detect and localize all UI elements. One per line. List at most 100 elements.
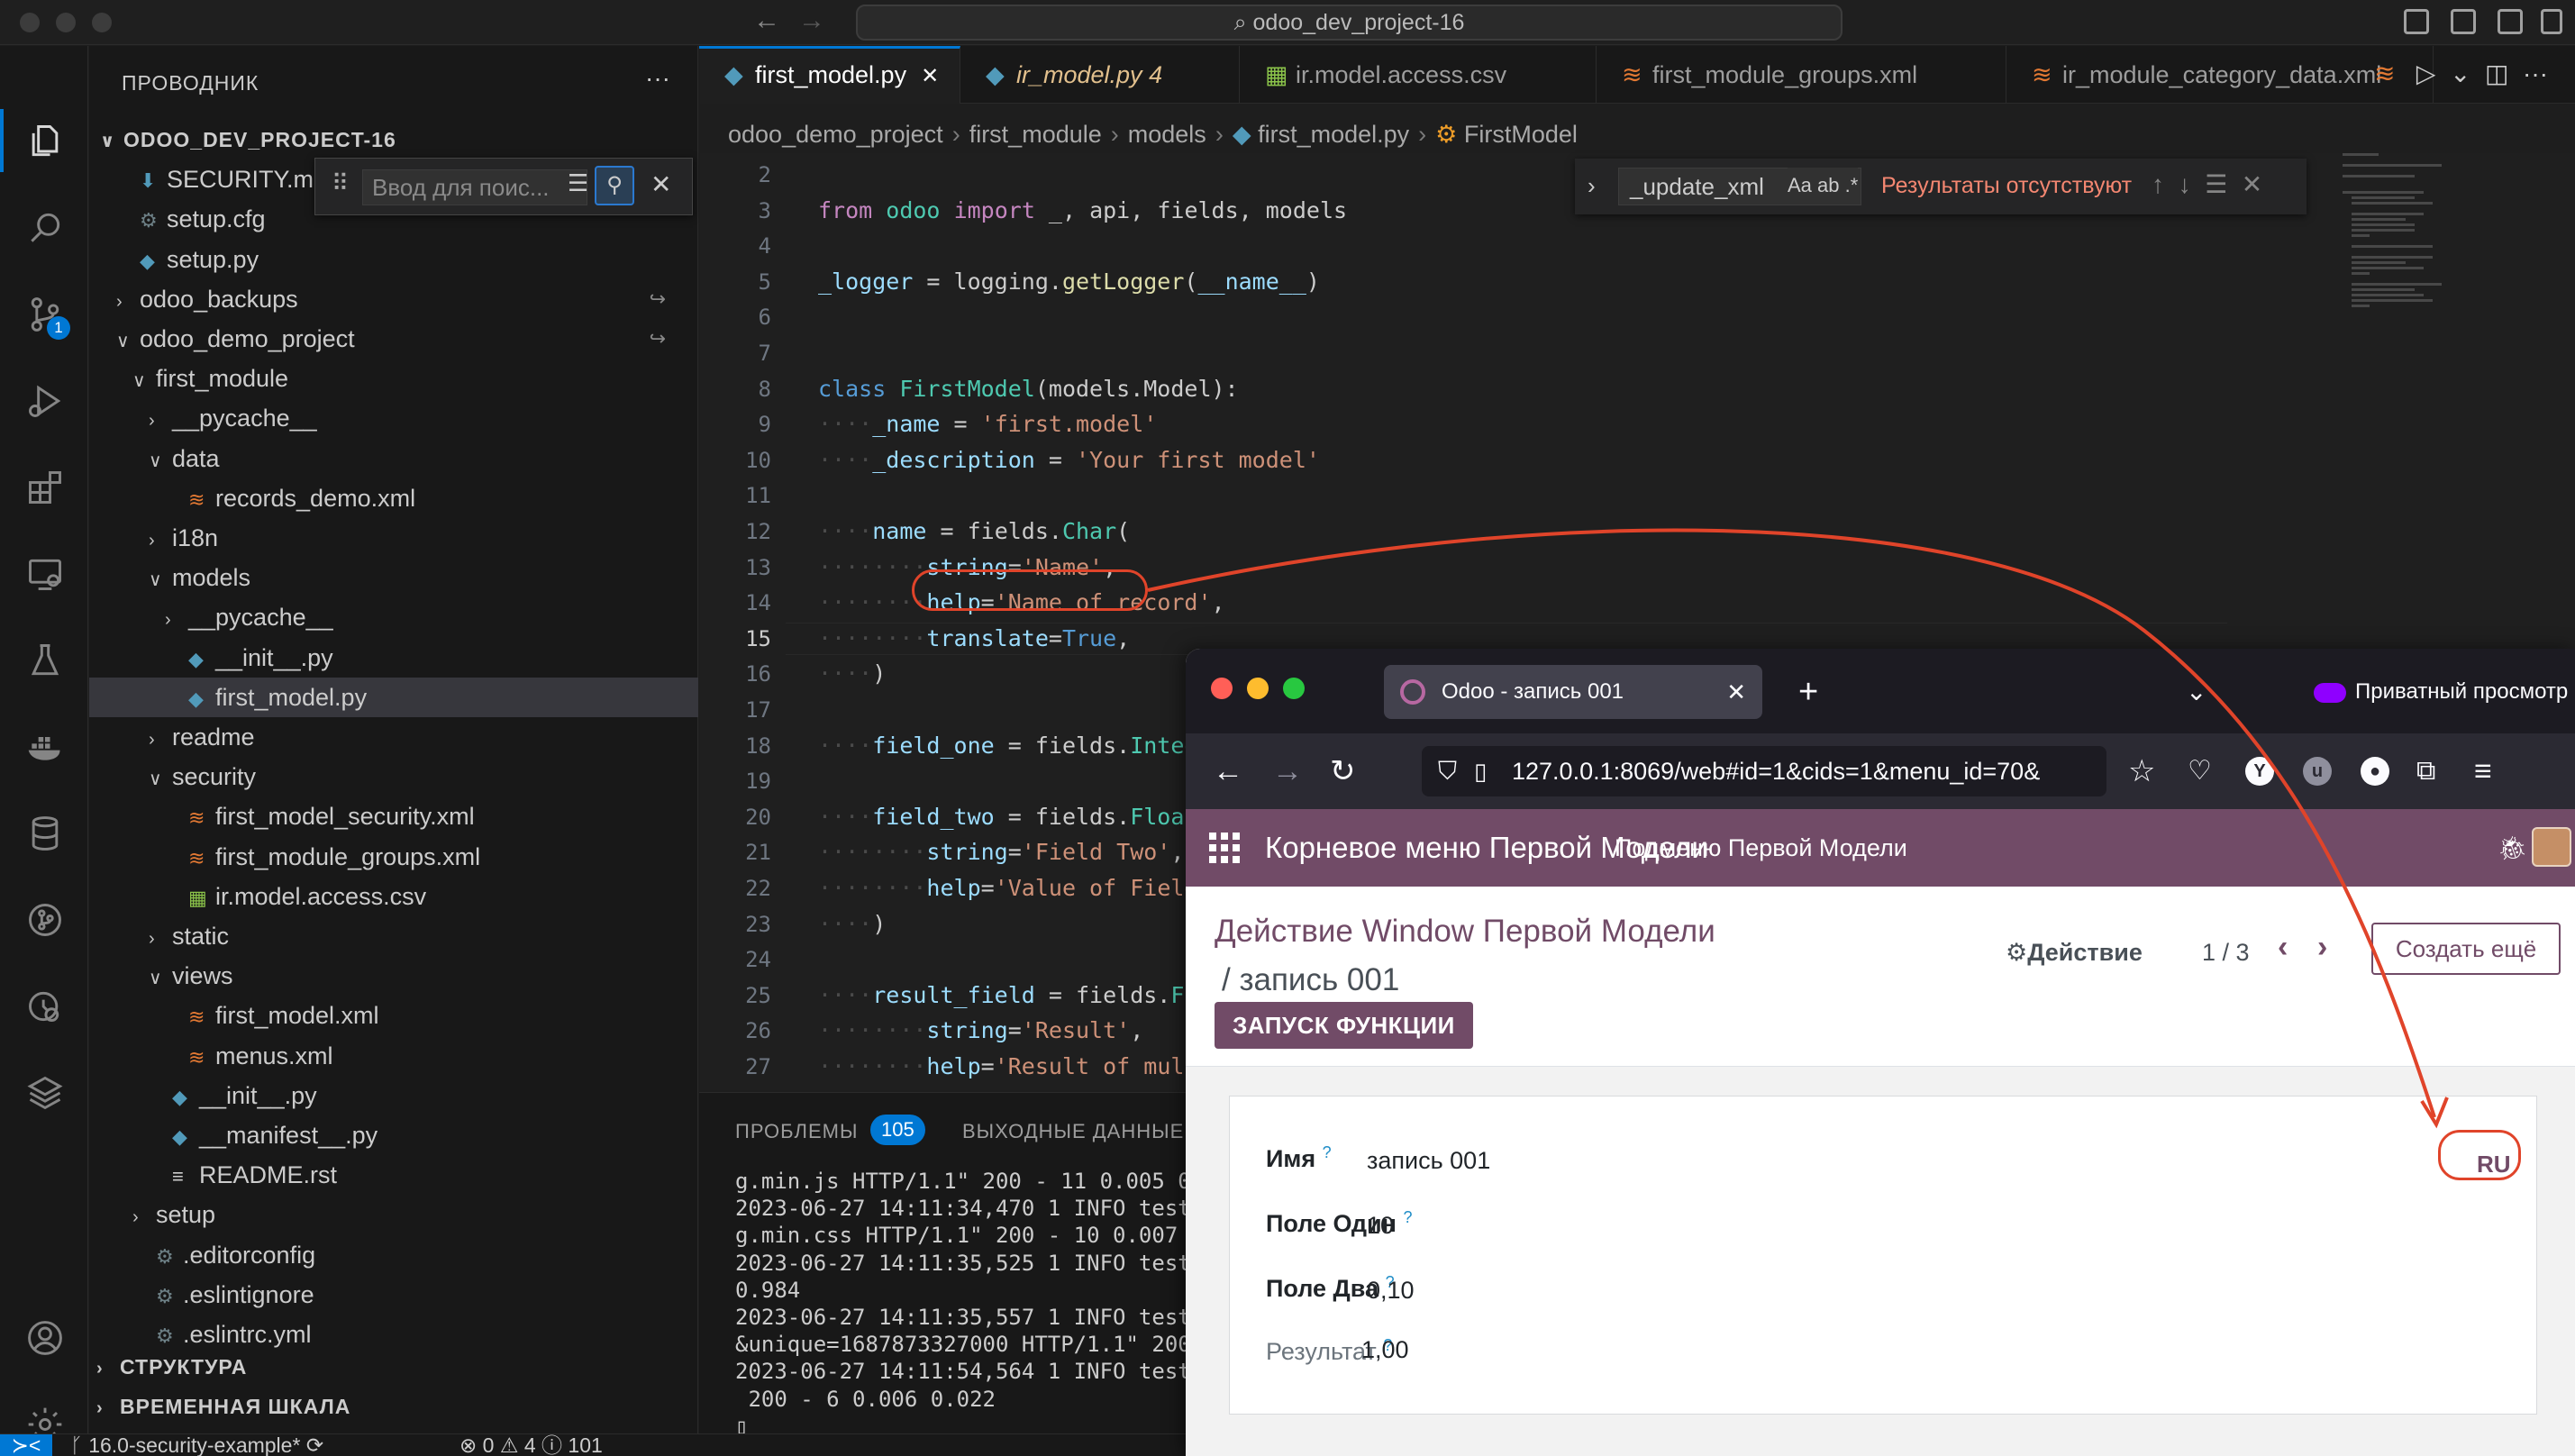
git-history-icon[interactable] [25, 987, 65, 1026]
field-value-name[interactable]: запись 001 [1367, 1147, 1490, 1175]
code-line[interactable]: ····) [818, 908, 886, 941]
chevron-left-icon[interactable]: ‹ [2278, 930, 2288, 965]
tree-folder[interactable]: › i18n [89, 518, 698, 558]
code-line[interactable]: ····field_one = fields.Integ [818, 730, 1197, 762]
tree-file[interactable]: ⚙ .editorconfig [89, 1235, 698, 1275]
tree-folder[interactable]: ∨ data [89, 439, 698, 478]
field-value-two[interactable]: 0,10 [1367, 1277, 1415, 1305]
breadcrumb-item[interactable]: models [1128, 121, 1206, 148]
problems-indicator[interactable]: ⊗ 0 ⚠ 4 ⓘ 101 [459, 1434, 603, 1456]
timeline-section[interactable]: › ВРЕМЕННАЯ ШКАЛА [89, 1387, 698, 1426]
drag-handle-icon[interactable]: ⠿ [332, 169, 349, 197]
tree-file[interactable]: ≋ first_model_security.xml [89, 796, 698, 836]
extension-icon[interactable]: ● [2361, 757, 2389, 786]
tree-folder[interactable]: › __pycache__ [89, 597, 698, 637]
tree-folder[interactable]: ∨ models [89, 558, 698, 597]
reload-icon[interactable]: ↻ [1330, 750, 1356, 793]
close-window-button[interactable] [1211, 678, 1233, 699]
tree-file[interactable]: ◆ first_model.py [89, 677, 698, 717]
close-icon[interactable]: ✕ [1726, 665, 1746, 719]
find-in-selection-icon[interactable]: ☰ [2205, 170, 2227, 198]
toggle-panel-icon[interactable] [2451, 9, 2476, 34]
breadcrumb-item[interactable]: first_model.py [1258, 121, 1409, 148]
close-window-button[interactable] [20, 13, 40, 32]
minimize-window-button[interactable] [1247, 678, 1269, 699]
code-line[interactable]: from odoo import _, api, fields, models [818, 195, 1347, 227]
search-icon[interactable] [25, 208, 65, 248]
toggle-secondary-sidebar-icon[interactable] [2498, 9, 2523, 34]
sync-icon[interactable]: ⟳ [306, 1433, 323, 1456]
remote-explorer-icon[interactable] [25, 554, 65, 594]
run-function-button[interactable]: ЗАПУСК ФУНКЦИИ [1215, 1002, 1473, 1049]
command-center-search[interactable]: ⌕ odoo_dev_project-16 [856, 5, 1843, 41]
tree-folder[interactable]: › __pycache__ [89, 398, 698, 438]
chevron-right-icon[interactable]: › [2317, 930, 2327, 965]
code-line[interactable]: ········translate=True, [818, 623, 1130, 655]
pocket-icon[interactable]: ♡ [2188, 750, 2212, 793]
layers-icon[interactable] [25, 1073, 65, 1113]
code-line[interactable]: ····field_two = fields.Float [818, 801, 1197, 833]
testing-icon[interactable] [25, 641, 65, 680]
breadcrumb-action[interactable]: Действие Window Первой Модели [1215, 914, 1715, 950]
minimize-window-button[interactable] [56, 13, 76, 32]
explorer-find-input[interactable]: Ввод для поис... [362, 169, 587, 205]
address-bar[interactable]: ⛉ ▯ 127.0.0.1:8069/web#id=1&cids=1&menu_… [1422, 746, 2106, 796]
back-arrow-icon[interactable]: ← [1213, 750, 1243, 793]
fuzzy-match-icon[interactable]: ⚲ [595, 166, 634, 205]
create-button[interactable]: Создать ещё [2371, 923, 2561, 975]
tree-file[interactable]: ▦ ir.model.access.csv [89, 877, 698, 916]
tab-ir-model-py[interactable]: ◆ ir_model.py 4 [960, 46, 1240, 104]
avatar[interactable] [2532, 827, 2571, 867]
chevron-down-icon[interactable]: ⌄ [2186, 665, 2206, 719]
new-tab-button[interactable]: + [1798, 665, 1818, 719]
code-line[interactable]: ········help='Result of mult [818, 1051, 1197, 1083]
forward-arrow-icon[interactable]: → [1272, 750, 1303, 793]
arrow-down-icon[interactable]: ↓ [2179, 170, 2191, 198]
shield-icon[interactable]: ⛉ [1438, 746, 1457, 796]
database-icon[interactable] [25, 814, 65, 853]
arrow-up-icon[interactable]: ↑ [2152, 170, 2164, 198]
code-line[interactable]: ····_description = 'Your first model' [818, 444, 1320, 477]
tree-folder[interactable]: › odoo_backups ↪ [89, 279, 698, 319]
tree-folder[interactable]: › static [89, 916, 698, 956]
code-line[interactable]: ········string='Field Two', [818, 836, 1184, 869]
tree-file[interactable]: ⚙ .eslintignore [89, 1275, 698, 1315]
run-debug-icon[interactable] [25, 381, 65, 421]
split-editor-icon[interactable]: ◫ [2485, 59, 2508, 87]
code-line[interactable]: ····_name = 'first.model' [818, 408, 1157, 441]
chevron-down-icon[interactable]: ⌄ [2450, 59, 2470, 87]
close-icon[interactable]: ✕ [651, 169, 671, 199]
tree-file[interactable]: ≋ records_demo.xml [89, 478, 698, 518]
toggle-sidebar-icon[interactable] [2404, 9, 2429, 34]
field-value-one[interactable]: 10 [1367, 1212, 1394, 1240]
forward-arrow-icon[interactable]: → [798, 5, 825, 36]
tab-problems[interactable]: ПРОБЛЕМЫ [735, 1120, 858, 1143]
tree-file[interactable]: ◆ __init__.py [89, 1076, 698, 1115]
extensions-icon[interactable] [25, 468, 65, 507]
breadcrumb-item[interactable]: odoo_demo_project [728, 121, 943, 148]
code-line[interactable]: _logger = logging.getLogger(__name__) [818, 266, 1320, 298]
sub-menu[interactable]: Подменю Первой Модели [1615, 809, 1907, 887]
breadcrumb-item[interactable]: first_module [969, 121, 1102, 148]
minimap[interactable] [2343, 153, 2550, 315]
zoom-window-button[interactable] [92, 13, 112, 32]
tree-file[interactable]: ◆ setup.py [89, 240, 698, 279]
tree-folder[interactable]: ∨ views [89, 956, 698, 996]
tree-folder[interactable]: ∨ first_module [89, 359, 698, 398]
tree-folder[interactable]: ∨ security [89, 757, 698, 796]
toggle-replace-icon[interactable]: › [1588, 168, 1596, 204]
tab-output[interactable]: ВЫХОДНЫЕ ДАННЫЕ [962, 1120, 1184, 1143]
zoom-window-button[interactable] [1283, 678, 1305, 699]
tree-folder[interactable]: ∨ odoo_demo_project ↪ [89, 319, 698, 359]
customize-layout-icon[interactable] [2541, 9, 2562, 34]
tab-first-module-groups-xml[interactable]: ≋ first_module_groups.xml [1597, 46, 2006, 104]
find-options[interactable]: Aa ab .* [1788, 168, 1859, 204]
pager-value[interactable]: 1 / 3 [2202, 939, 2250, 967]
docker-icon[interactable] [25, 727, 65, 767]
code-line[interactable]: ····) [818, 658, 886, 690]
tab-ir-model-access-csv[interactable]: ▦ ir.model.access.csv [1240, 46, 1597, 104]
code-line[interactable]: ····name = fields.Char( [818, 515, 1130, 548]
more-actions-icon[interactable]: ··· [645, 64, 670, 93]
more-icon[interactable]: ··· [2523, 59, 2548, 87]
tree-file[interactable]: ≡ README.rst [89, 1155, 698, 1195]
